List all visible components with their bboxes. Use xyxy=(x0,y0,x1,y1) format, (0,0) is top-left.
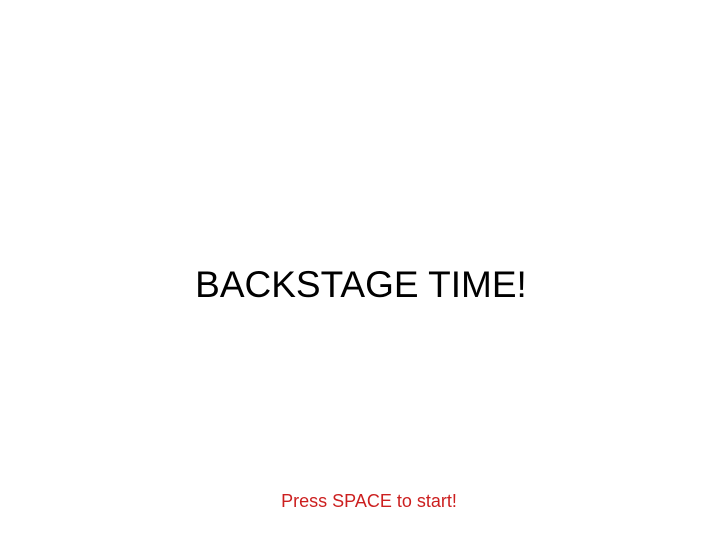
game-start-screen[interactable]: BACKSTAGE TIME! Press SPACE to start! xyxy=(0,0,719,540)
game-title: BACKSTAGE TIME! xyxy=(195,264,527,305)
start-prompt: Press SPACE to start! xyxy=(281,491,457,511)
